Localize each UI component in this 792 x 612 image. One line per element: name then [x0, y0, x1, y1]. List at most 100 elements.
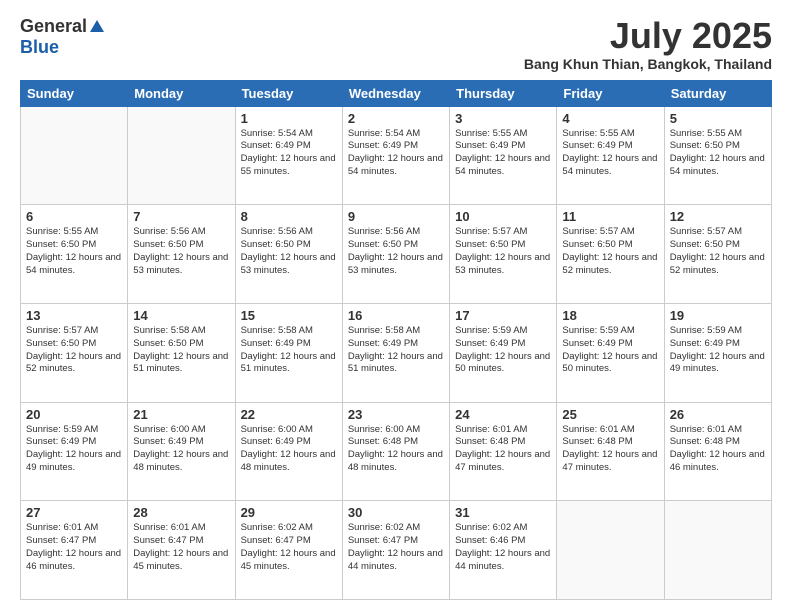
- calendar-cell: 1 Sunrise: 5:54 AMSunset: 6:49 PMDayligh…: [235, 106, 342, 205]
- day-number: 20: [26, 407, 122, 422]
- day-detail: Sunrise: 6:00 AMSunset: 6:49 PMDaylight:…: [241, 424, 336, 473]
- day-detail: Sunrise: 5:59 AMSunset: 6:49 PMDaylight:…: [670, 325, 765, 374]
- day-detail: Sunrise: 5:55 AMSunset: 6:49 PMDaylight:…: [455, 128, 550, 177]
- month-title: July 2025: [524, 16, 772, 56]
- calendar-cell: 14 Sunrise: 5:58 AMSunset: 6:50 PMDaylig…: [128, 303, 235, 402]
- day-detail: Sunrise: 6:02 AMSunset: 6:46 PMDaylight:…: [455, 522, 550, 571]
- calendar-cell: 27 Sunrise: 6:01 AMSunset: 6:47 PMDaylig…: [21, 501, 128, 600]
- calendar-cell: 11 Sunrise: 5:57 AMSunset: 6:50 PMDaylig…: [557, 205, 664, 304]
- day-detail: Sunrise: 5:55 AMSunset: 6:50 PMDaylight:…: [670, 128, 765, 177]
- day-detail: Sunrise: 5:55 AMSunset: 6:50 PMDaylight:…: [26, 226, 121, 275]
- calendar-cell: 26 Sunrise: 6:01 AMSunset: 6:48 PMDaylig…: [664, 402, 771, 501]
- day-detail: Sunrise: 5:57 AMSunset: 6:50 PMDaylight:…: [562, 226, 657, 275]
- calendar-cell: 25 Sunrise: 6:01 AMSunset: 6:48 PMDaylig…: [557, 402, 664, 501]
- day-detail: Sunrise: 6:00 AMSunset: 6:48 PMDaylight:…: [348, 424, 443, 473]
- day-number: 8: [241, 209, 337, 224]
- day-detail: Sunrise: 5:59 AMSunset: 6:49 PMDaylight:…: [562, 325, 657, 374]
- day-detail: Sunrise: 6:02 AMSunset: 6:47 PMDaylight:…: [241, 522, 336, 571]
- day-detail: Sunrise: 5:57 AMSunset: 6:50 PMDaylight:…: [670, 226, 765, 275]
- page: General Blue July 2025 Bang Khun Thian, …: [0, 0, 792, 612]
- day-detail: Sunrise: 5:56 AMSunset: 6:50 PMDaylight:…: [133, 226, 228, 275]
- calendar-table: Sunday Monday Tuesday Wednesday Thursday…: [20, 80, 772, 600]
- day-number: 19: [670, 308, 766, 323]
- day-detail: Sunrise: 6:01 AMSunset: 6:47 PMDaylight:…: [26, 522, 121, 571]
- day-detail: Sunrise: 5:56 AMSunset: 6:50 PMDaylight:…: [241, 226, 336, 275]
- day-detail: Sunrise: 5:58 AMSunset: 6:49 PMDaylight:…: [241, 325, 336, 374]
- calendar-cell: 16 Sunrise: 5:58 AMSunset: 6:49 PMDaylig…: [342, 303, 449, 402]
- day-detail: Sunrise: 5:58 AMSunset: 6:50 PMDaylight:…: [133, 325, 228, 374]
- calendar-cell: 24 Sunrise: 6:01 AMSunset: 6:48 PMDaylig…: [450, 402, 557, 501]
- day-detail: Sunrise: 5:59 AMSunset: 6:49 PMDaylight:…: [26, 424, 121, 473]
- calendar-cell: 31 Sunrise: 6:02 AMSunset: 6:46 PMDaylig…: [450, 501, 557, 600]
- day-detail: Sunrise: 5:56 AMSunset: 6:50 PMDaylight:…: [348, 226, 443, 275]
- calendar-cell: 29 Sunrise: 6:02 AMSunset: 6:47 PMDaylig…: [235, 501, 342, 600]
- day-number: 6: [26, 209, 122, 224]
- location-title: Bang Khun Thian, Bangkok, Thailand: [524, 56, 772, 72]
- calendar-cell: 13 Sunrise: 5:57 AMSunset: 6:50 PMDaylig…: [21, 303, 128, 402]
- title-section: July 2025 Bang Khun Thian, Bangkok, Thai…: [524, 16, 772, 72]
- calendar-cell: 3 Sunrise: 5:55 AMSunset: 6:49 PMDayligh…: [450, 106, 557, 205]
- day-number: 11: [562, 209, 658, 224]
- day-detail: Sunrise: 5:59 AMSunset: 6:49 PMDaylight:…: [455, 325, 550, 374]
- day-detail: Sunrise: 6:01 AMSunset: 6:47 PMDaylight:…: [133, 522, 228, 571]
- day-number: 29: [241, 505, 337, 520]
- day-number: 5: [670, 111, 766, 126]
- calendar-cell: 9 Sunrise: 5:56 AMSunset: 6:50 PMDayligh…: [342, 205, 449, 304]
- calendar-cell: 19 Sunrise: 5:59 AMSunset: 6:49 PMDaylig…: [664, 303, 771, 402]
- logo-triangle: [90, 20, 104, 32]
- header-friday: Friday: [557, 80, 664, 106]
- day-number: 24: [455, 407, 551, 422]
- calendar-week-3: 13 Sunrise: 5:57 AMSunset: 6:50 PMDaylig…: [21, 303, 772, 402]
- day-number: 18: [562, 308, 658, 323]
- day-detail: Sunrise: 5:54 AMSunset: 6:49 PMDaylight:…: [348, 128, 443, 177]
- calendar-cell: [557, 501, 664, 600]
- calendar-cell: [128, 106, 235, 205]
- day-detail: Sunrise: 5:54 AMSunset: 6:49 PMDaylight:…: [241, 128, 336, 177]
- calendar-cell: 30 Sunrise: 6:02 AMSunset: 6:47 PMDaylig…: [342, 501, 449, 600]
- day-detail: Sunrise: 6:02 AMSunset: 6:47 PMDaylight:…: [348, 522, 443, 571]
- header-monday: Monday: [128, 80, 235, 106]
- day-detail: Sunrise: 5:57 AMSunset: 6:50 PMDaylight:…: [26, 325, 121, 374]
- day-number: 31: [455, 505, 551, 520]
- header-wednesday: Wednesday: [342, 80, 449, 106]
- day-number: 16: [348, 308, 444, 323]
- day-detail: Sunrise: 5:58 AMSunset: 6:49 PMDaylight:…: [348, 325, 443, 374]
- calendar-cell: 2 Sunrise: 5:54 AMSunset: 6:49 PMDayligh…: [342, 106, 449, 205]
- header-sunday: Sunday: [21, 80, 128, 106]
- day-number: 3: [455, 111, 551, 126]
- calendar-cell: 6 Sunrise: 5:55 AMSunset: 6:50 PMDayligh…: [21, 205, 128, 304]
- day-number: 21: [133, 407, 229, 422]
- calendar-cell: 28 Sunrise: 6:01 AMSunset: 6:47 PMDaylig…: [128, 501, 235, 600]
- header: General Blue July 2025 Bang Khun Thian, …: [20, 16, 772, 72]
- day-number: 23: [348, 407, 444, 422]
- calendar-cell: 20 Sunrise: 5:59 AMSunset: 6:49 PMDaylig…: [21, 402, 128, 501]
- calendar-cell: 18 Sunrise: 5:59 AMSunset: 6:49 PMDaylig…: [557, 303, 664, 402]
- logo-blue-text: Blue: [20, 37, 59, 57]
- day-number: 25: [562, 407, 658, 422]
- day-number: 28: [133, 505, 229, 520]
- calendar-cell: [21, 106, 128, 205]
- day-number: 14: [133, 308, 229, 323]
- day-detail: Sunrise: 5:57 AMSunset: 6:50 PMDaylight:…: [455, 226, 550, 275]
- day-number: 17: [455, 308, 551, 323]
- calendar-cell: 7 Sunrise: 5:56 AMSunset: 6:50 PMDayligh…: [128, 205, 235, 304]
- calendar-cell: 10 Sunrise: 5:57 AMSunset: 6:50 PMDaylig…: [450, 205, 557, 304]
- calendar-cell: 22 Sunrise: 6:00 AMSunset: 6:49 PMDaylig…: [235, 402, 342, 501]
- day-number: 13: [26, 308, 122, 323]
- calendar-cell: 17 Sunrise: 5:59 AMSunset: 6:49 PMDaylig…: [450, 303, 557, 402]
- header-tuesday: Tuesday: [235, 80, 342, 106]
- day-number: 10: [455, 209, 551, 224]
- day-number: 2: [348, 111, 444, 126]
- calendar-week-1: 1 Sunrise: 5:54 AMSunset: 6:49 PMDayligh…: [21, 106, 772, 205]
- day-number: 27: [26, 505, 122, 520]
- day-number: 9: [348, 209, 444, 224]
- calendar-week-2: 6 Sunrise: 5:55 AMSunset: 6:50 PMDayligh…: [21, 205, 772, 304]
- day-number: 4: [562, 111, 658, 126]
- weekday-header-row: Sunday Monday Tuesday Wednesday Thursday…: [21, 80, 772, 106]
- calendar-cell: [664, 501, 771, 600]
- day-number: 15: [241, 308, 337, 323]
- day-detail: Sunrise: 6:01 AMSunset: 6:48 PMDaylight:…: [562, 424, 657, 473]
- calendar-cell: 15 Sunrise: 5:58 AMSunset: 6:49 PMDaylig…: [235, 303, 342, 402]
- calendar-week-5: 27 Sunrise: 6:01 AMSunset: 6:47 PMDaylig…: [21, 501, 772, 600]
- day-detail: Sunrise: 5:55 AMSunset: 6:49 PMDaylight:…: [562, 128, 657, 177]
